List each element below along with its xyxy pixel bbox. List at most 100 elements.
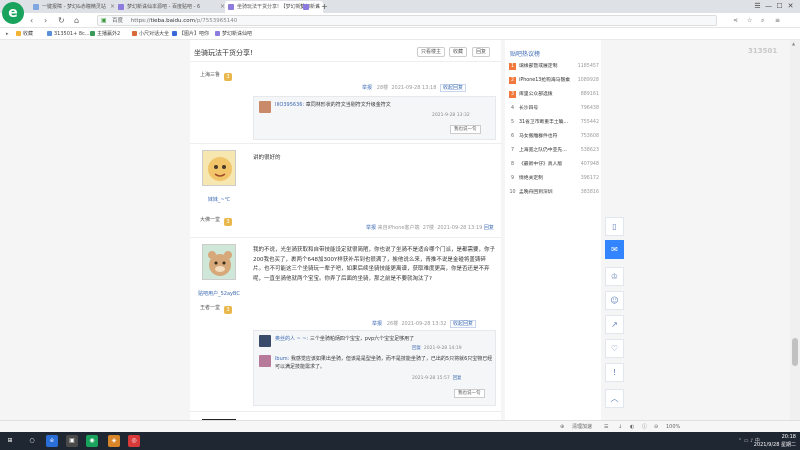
hot-topic-title[interactable]: 孟晚舟回到深圳: [519, 190, 553, 195]
thread-title: 坐骑玩法干货分享!: [194, 49, 253, 57]
back-to-top-icon[interactable]: ︿: [605, 389, 624, 408]
clock-time: 20:18: [781, 434, 796, 440]
say-something-button[interactable]: 我也说一句: [454, 389, 485, 398]
sub-reply-reply-link[interactable]: 回复: [453, 376, 462, 381]
post-time: 2021-09-28 13:32: [401, 321, 447, 327]
url-bar[interactable]: ▣ 百度 https://tieba.baidu.com/p/755396514…: [97, 15, 717, 26]
menu-icon[interactable]: ≡: [775, 16, 780, 26]
sub-reply-user[interactable]: IIIO395636:: [275, 102, 304, 108]
browser-icon[interactable]: e: [46, 435, 58, 447]
search-icon[interactable]: ○: [26, 435, 38, 447]
scrollbar[interactable]: ▲ ▼: [790, 40, 800, 432]
bookmark-item[interactable]: 313501+ 8c...: [47, 28, 90, 40]
browser-tab[interactable]: 梦幻新诛仙本源吧 - 百度贴吧 - 6 ×: [115, 1, 228, 13]
sub-reply-user[interactable]: 奥丝的人 ~ ~:: [275, 336, 308, 342]
share-icon[interactable]: ⋖: [733, 16, 738, 26]
hot-topic-title[interactable]: 长沙四号: [519, 106, 538, 111]
hot-topic-title[interactable]: 璃缘部暨或展定制: [519, 64, 557, 69]
smile-icon[interactable]: ☺: [605, 291, 624, 310]
red-app-icon[interactable]: ◎: [128, 435, 140, 447]
hot-topic-title[interactable]: 上海宽之队仍中亚先...: [519, 148, 567, 153]
bookmark-label: 梦幻新诛仙吧: [222, 31, 253, 37]
say-something-button[interactable]: 我也说一句: [450, 125, 481, 134]
hot-topic-item[interactable]: 2 iPhone13抢购海马罄乘 1089928: [509, 76, 599, 86]
post-floor: 上海三鲁 3 举报 28楼 2021-09-28 13:18 收起回复 IIIO3…: [190, 62, 501, 144]
report-link[interactable]: 举报: [362, 85, 372, 91]
browser-logo-icon[interactable]: e: [2, 2, 24, 24]
menu-icon[interactable]: ☰: [752, 0, 763, 13]
collect-button[interactable]: 收藏: [449, 47, 468, 57]
maximize-icon[interactable]: ☐: [774, 0, 785, 13]
forward-icon[interactable]: ›: [44, 14, 47, 27]
message-icon[interactable]: ✉: [605, 240, 624, 259]
collapse-reply-button[interactable]: 收起回复: [450, 320, 477, 328]
hot-topic-title[interactable]: 马女搬雕群件也符: [519, 134, 557, 139]
home-icon[interactable]: ⌂: [74, 14, 79, 27]
bookmark-item[interactable]: 收藏: [16, 28, 33, 40]
username-link[interactable]: 贴吧用户_52ayBC: [190, 290, 248, 297]
share-icon[interactable]: ↗: [605, 315, 624, 334]
refresh-icon[interactable]: ↻: [58, 14, 65, 27]
taskbar-clock[interactable]: 20:18 2021/9/28 星期二: [754, 433, 796, 449]
thread-header: 坐骑玩法干货分享! 只看楼主 收藏 回复: [190, 40, 501, 62]
scroll-up-icon[interactable]: ▲: [792, 41, 795, 46]
hot-topic-item[interactable]: 8 《最新中仔》真人版 407948: [509, 160, 599, 170]
hot-topic-title[interactable]: iPhone13抢购海马罄乘: [519, 78, 570, 83]
heart-icon[interactable]: ♡: [605, 339, 624, 358]
sub-reply-user[interactable]: lbum:: [275, 356, 289, 362]
close-icon[interactable]: ✕: [785, 0, 796, 13]
sub-reply-reply-link[interactable]: 回复: [412, 346, 421, 351]
reply-link[interactable]: 回复: [484, 225, 494, 231]
hot-topic-item[interactable]: 7 上海宽之队仍中亚先... 538623: [509, 146, 599, 156]
app-icon[interactable]: ▣: [66, 435, 78, 447]
bookmark-item[interactable]: 小尺对话大全: [132, 28, 169, 40]
hot-topic-item[interactable]: 4 长沙四号 796438: [509, 104, 599, 114]
browser-tab[interactable]: 梦幻新诛仙吧: [300, 1, 320, 13]
scrollbar-thumb[interactable]: [792, 338, 798, 366]
hot-topic-title[interactable]: 库里公众部选拨: [519, 92, 553, 97]
hot-topic-count: 1185457: [577, 64, 599, 69]
green-browser-icon[interactable]: ◉: [86, 435, 98, 447]
avatar[interactable]: [202, 150, 236, 186]
hot-topic-count: 755442: [580, 120, 599, 125]
hot-topic-title[interactable]: 《最新中仔》真人版: [519, 162, 562, 167]
browser-tab[interactable]: 一键报障 - 梦幻&赤瞳精灵站 ×: [30, 1, 118, 13]
hot-topic-item[interactable]: 9 情绝关定制 396172: [509, 174, 599, 184]
sub-reply-avatar[interactable]: [259, 101, 271, 113]
hot-topic-title[interactable]: 情绝关定制: [519, 176, 543, 181]
bookmark-item[interactable]: 梦幻新诛仙吧: [215, 28, 252, 40]
bookmark-toggle-icon[interactable]: ▸: [6, 28, 9, 40]
username-link[interactable]: 妹妹_~℃: [190, 196, 248, 203]
hot-topic-item[interactable]: 3 库里公众部选拨 889161: [509, 90, 599, 100]
minimize-icon[interactable]: —: [763, 0, 774, 13]
collapse-reply-button[interactable]: 收起回复: [440, 84, 467, 92]
media-icon[interactable]: ◈: [108, 435, 120, 447]
bookmark-item[interactable]: 【图片】吧你: [172, 28, 209, 40]
avatar[interactable]: [202, 244, 236, 280]
report-link[interactable]: 举报: [366, 225, 376, 231]
report-icon[interactable]: !: [605, 363, 624, 382]
page-number-watermark: 313501: [748, 47, 778, 55]
sub-reply-avatar[interactable]: [259, 335, 271, 347]
hot-topic-item[interactable]: 6 马女搬雕群件也符 753608: [509, 132, 599, 142]
hot-rank: 3: [509, 91, 516, 98]
start-icon[interactable]: ⊞: [4, 435, 16, 447]
star-icon[interactable]: ☆: [747, 16, 752, 26]
hot-topic-count: 396172: [580, 176, 599, 181]
sub-reply-avatar[interactable]: [259, 355, 271, 367]
hot-topic-title[interactable]: 31省卫市断重丰土确...: [519, 120, 568, 125]
page-left-background: [0, 40, 190, 432]
only-op-button[interactable]: 只看楼主: [417, 47, 446, 57]
phone-icon[interactable]: ▯: [605, 217, 624, 236]
reply-thread-button[interactable]: 回复: [472, 47, 491, 57]
search-icon[interactable]: ⌕: [761, 16, 764, 26]
hot-topic-item[interactable]: 1 璃缘部暨或展定制 1185457: [509, 62, 599, 72]
report-link[interactable]: 举报: [372, 321, 382, 327]
hot-topic-item[interactable]: 10 孟晚舟回到深圳 383816: [509, 188, 599, 198]
back-icon[interactable]: ‹: [30, 14, 33, 27]
crown-icon[interactable]: ♔: [605, 267, 624, 286]
post-content: 讲的很好的: [253, 155, 281, 161]
new-tab-button[interactable]: +: [321, 1, 328, 13]
bookmark-item[interactable]: 主播赢外2: [90, 28, 120, 40]
hot-topic-item[interactable]: 5 31省卫市断重丰土确... 755442: [509, 118, 599, 128]
